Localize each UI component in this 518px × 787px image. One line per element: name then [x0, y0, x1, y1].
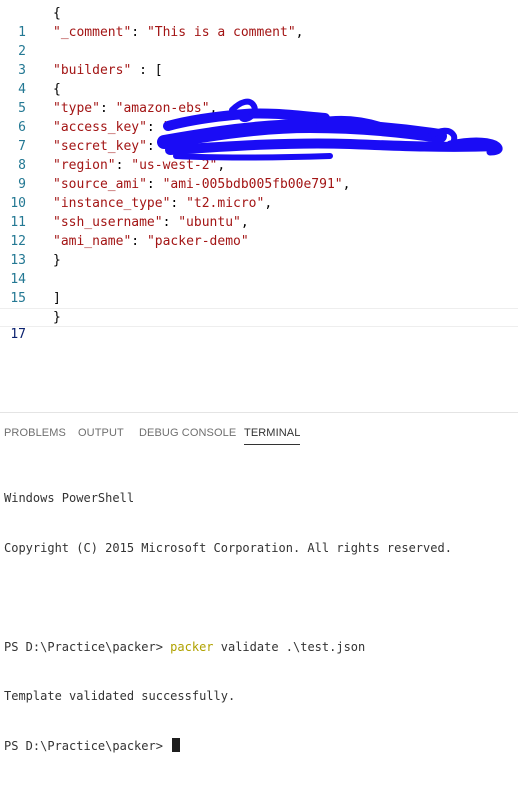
code-line[interactable]: 3	[0, 42, 518, 78]
code-text: "source_ami": "ami-005bdb005fb00e791",	[53, 177, 351, 192]
terminal-command: packer	[170, 639, 214, 654]
code-line[interactable]: 6 "type": "amazon-ebs",	[0, 99, 518, 135]
code-text: "region": "us-west-2",	[53, 158, 226, 173]
terminal-line: Windows PowerShell	[4, 491, 135, 505]
terminal-command-line: PS D:\Practice\packer> packer validate .…	[4, 639, 516, 656]
terminal-line: Template validated successfully.	[4, 689, 236, 703]
terminal-prompt: PS D:\Practice\packer>	[4, 738, 171, 753]
terminal-command-args: validate .\test.json	[213, 639, 366, 654]
code-line[interactable]: 2 "_comment": "This is a comment",	[0, 23, 518, 59]
code-text: "access_key": "	[53, 120, 171, 135]
code-line[interactable]: 10 "source_ami": "ami-005bdb005fb00e791"…	[0, 175, 518, 211]
code-line[interactable]: 8 "secret_key": ",	[0, 137, 518, 173]
panel-tabs: PROBLEMS OUTPUT DEBUG CONSOLE TERMINAL	[0, 413, 518, 453]
code-line[interactable]: 7 "access_key": "	[0, 118, 518, 154]
code-line[interactable]: 4 "builders" : [	[0, 61, 518, 97]
code-text: "builders" : [	[53, 63, 163, 78]
tab-output[interactable]: OUTPUT	[78, 427, 124, 444]
code-text: "instance_type": "t2.micro",	[53, 196, 273, 211]
code-text: "_comment": "This is a comment",	[53, 25, 304, 40]
tab-debug-console[interactable]: DEBUG CONSOLE	[139, 427, 236, 444]
terminal-output[interactable]: Windows PowerShell Copyright (C) 2015 Mi…	[4, 457, 516, 787]
code-text: {	[53, 6, 61, 21]
code-text: {	[53, 82, 61, 97]
code-line[interactable]: 5 {	[0, 80, 518, 116]
tab-terminal[interactable]: TERMINAL	[244, 427, 301, 445]
tab-problems[interactable]: PROBLEMS	[4, 427, 66, 444]
code-line[interactable]: 1 {	[0, 4, 518, 40]
code-text: "secret_key": ",	[53, 139, 493, 154]
code-line[interactable]: 11 "instance_type": "t2.micro",	[0, 194, 518, 230]
code-line[interactable]: 9 "region": "us-west-2",	[0, 156, 518, 192]
terminal-prompt: PS D:\Practice\packer>	[4, 639, 171, 654]
code-line-current[interactable]: 17 }	[0, 308, 518, 342]
line-number: 17	[10, 327, 26, 342]
code-editor[interactable]: 1 { 2 "_comment": "This is a comment", 3…	[0, 0, 518, 412]
terminal-cursor	[172, 737, 181, 752]
code-text: ]	[53, 291, 61, 306]
code-text: "ami_name": "packer-demo"	[53, 234, 249, 249]
code-text: "ssh_username": "ubuntu",	[53, 215, 249, 230]
code-text: }	[53, 310, 61, 325]
terminal-prompt-line[interactable]: PS D:\Practice\packer>	[4, 737, 516, 755]
code-line[interactable]: 14 }	[0, 251, 518, 287]
code-text: }	[53, 253, 61, 268]
code-line[interactable]: 16 ]	[0, 289, 518, 325]
code-text: "type": "amazon-ebs",	[53, 101, 218, 116]
bottom-panel: PROBLEMS OUTPUT DEBUG CONSOLE TERMINAL W…	[0, 412, 518, 753]
code-line[interactable]: 15	[0, 270, 518, 306]
code-line[interactable]: 12 "ssh_username": "ubuntu",	[0, 213, 518, 249]
code-line[interactable]: 13 "ami_name": "packer-demo"	[0, 232, 518, 268]
terminal-line: Copyright (C) 2015 Microsoft Corporation…	[4, 540, 452, 555]
